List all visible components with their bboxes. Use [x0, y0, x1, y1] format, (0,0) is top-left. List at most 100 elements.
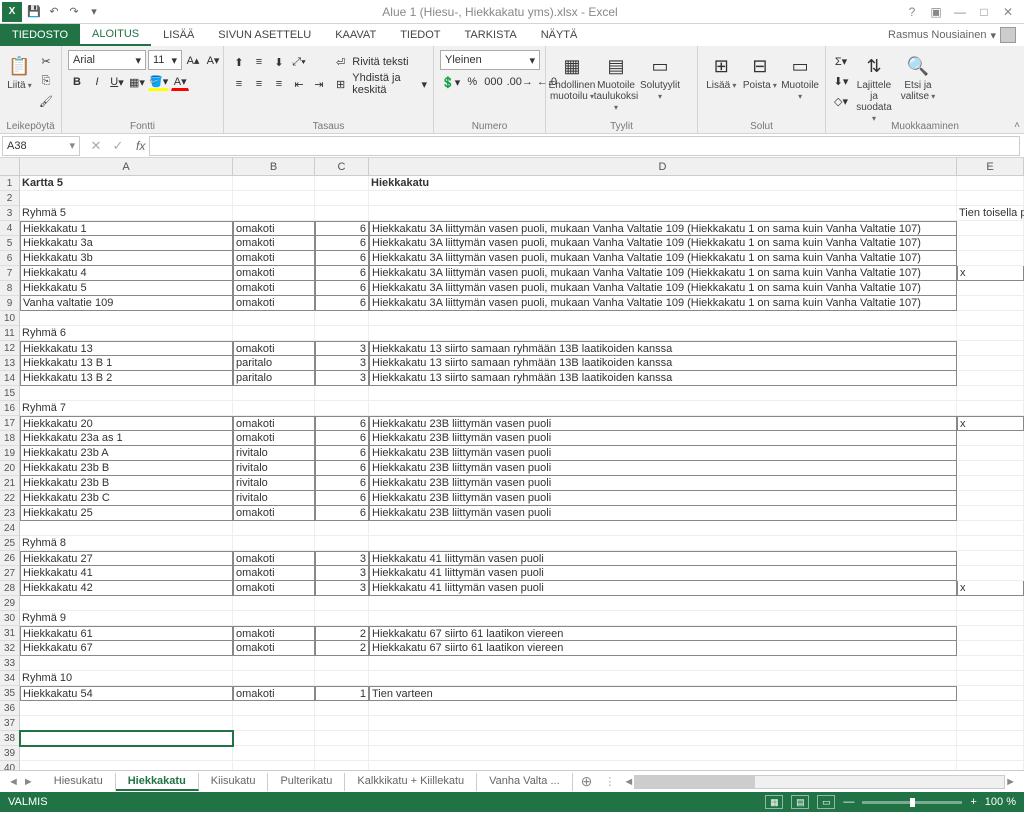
cell[interactable]: 3	[315, 371, 369, 386]
cell[interactable]	[957, 716, 1024, 731]
cell[interactable]	[20, 701, 233, 716]
cell[interactable]	[957, 596, 1024, 611]
cell[interactable]	[315, 596, 369, 611]
cell[interactable]: omakoti	[233, 506, 315, 521]
row-header[interactable]: 30	[0, 611, 20, 626]
cell[interactable]	[369, 386, 957, 401]
cell[interactable]: Hiekkakatu 61	[20, 626, 233, 641]
row-header[interactable]: 29	[0, 596, 20, 611]
cell[interactable]: omakoti	[233, 551, 315, 566]
name-box[interactable]: A38▾	[2, 136, 80, 156]
menu-view[interactable]: NÄYTÄ	[529, 24, 590, 46]
cell[interactable]	[369, 731, 957, 746]
font-color-icon[interactable]: A▾	[171, 73, 189, 91]
sheet-tab[interactable]: Vanha Valta ...	[477, 773, 573, 791]
quick-redo-icon[interactable]: ↷	[64, 2, 84, 22]
collapse-ribbon-icon[interactable]: ˄	[1014, 120, 1020, 131]
cell[interactable]: Hiekkakatu 4	[20, 266, 233, 281]
cell[interactable]: paritalo	[233, 371, 315, 386]
cell[interactable]	[233, 401, 315, 416]
cell[interactable]: omakoti	[233, 236, 315, 251]
cell[interactable]: Hiekkakatu 13 siirto samaan ryhmään 13B …	[369, 341, 957, 356]
cell[interactable]	[369, 401, 957, 416]
cell[interactable]: rivitalo	[233, 476, 315, 491]
view-normal-icon[interactable]: ▦	[765, 795, 783, 809]
merge-center-button[interactable]: ⊞ Yhdistä ja keskitä▾	[336, 74, 427, 94]
cell[interactable]: Hiekkakatu 67	[20, 641, 233, 656]
cell[interactable]: Hiekkakatu 1	[20, 221, 233, 236]
cell[interactable]	[315, 761, 369, 770]
cell[interactable]: Hiekkakatu 23b B	[20, 461, 233, 476]
cell[interactable]	[315, 386, 369, 401]
row-header[interactable]: 9	[0, 296, 20, 311]
cell[interactable]	[315, 311, 369, 326]
cell[interactable]	[20, 761, 233, 770]
cell[interactable]: Tien varteen	[369, 686, 957, 701]
row-header[interactable]: 14	[0, 371, 20, 386]
cell[interactable]	[957, 626, 1024, 641]
row-header[interactable]: 27	[0, 566, 20, 581]
cell[interactable]: x	[957, 266, 1024, 281]
cell[interactable]	[957, 611, 1024, 626]
increase-decimal-icon[interactable]: .00→	[506, 73, 534, 91]
zoom-in-button[interactable]: +	[970, 796, 976, 808]
row-header[interactable]: 35	[0, 686, 20, 701]
menu-insert[interactable]: LISÄÄ	[151, 24, 206, 46]
cell[interactable]: Hiekkakatu 23B liittymän vasen puoli	[369, 476, 957, 491]
sheet-tab[interactable]: Kiisukatu	[199, 773, 269, 791]
cell[interactable]	[369, 311, 957, 326]
cell[interactable]: Hiekkakatu 41	[20, 566, 233, 581]
format-cells-button[interactable]: ▭Muotoile	[781, 50, 819, 102]
menu-home[interactable]: ALOITUS	[80, 24, 151, 46]
cell[interactable]	[315, 521, 369, 536]
cell[interactable]: 6	[315, 461, 369, 476]
cell[interactable]: omakoti	[233, 641, 315, 656]
cell[interactable]: Hiekkakatu 23B liittymän vasen puoli	[369, 431, 957, 446]
cell[interactable]: 6	[315, 431, 369, 446]
row-header[interactable]: 32	[0, 641, 20, 656]
cell[interactable]: omakoti	[233, 281, 315, 296]
accept-formula-icon[interactable]: ✓	[108, 138, 128, 154]
cell[interactable]	[20, 521, 233, 536]
cell[interactable]	[233, 731, 315, 746]
copy-icon[interactable]: ⎘	[37, 72, 55, 90]
indent-decrease-icon[interactable]: ⇤	[290, 75, 308, 93]
cell[interactable]: omakoti	[233, 341, 315, 356]
cell[interactable]	[957, 536, 1024, 551]
insert-cells-button[interactable]: ⊞Lisää	[704, 50, 739, 91]
cell[interactable]	[957, 656, 1024, 671]
row-header[interactable]: 39	[0, 746, 20, 761]
row-header[interactable]: 16	[0, 401, 20, 416]
cell[interactable]	[957, 431, 1024, 446]
number-format-combo[interactable]: Yleinen▾	[440, 50, 540, 70]
cell[interactable]	[315, 611, 369, 626]
cell[interactable]	[957, 551, 1024, 566]
cell[interactable]	[369, 746, 957, 761]
cell[interactable]: 3	[315, 341, 369, 356]
cell[interactable]	[315, 206, 369, 221]
col-header-b[interactable]: B	[233, 158, 315, 175]
cell[interactable]	[315, 326, 369, 341]
cell[interactable]	[315, 701, 369, 716]
cell[interactable]: Hiekkakatu 23b C	[20, 491, 233, 506]
align-left-icon[interactable]: ≡	[230, 75, 248, 93]
cell[interactable]: omakoti	[233, 221, 315, 236]
row-header[interactable]: 15	[0, 386, 20, 401]
row-header[interactable]: 8	[0, 281, 20, 296]
cell[interactable]	[957, 446, 1024, 461]
cell[interactable]: 2	[315, 626, 369, 641]
cell[interactable]: Hiekkakatu 25	[20, 506, 233, 521]
align-right-icon[interactable]: ≡	[270, 75, 288, 93]
format-table-button[interactable]: ▤Muotoile taulukoksi	[596, 50, 636, 113]
menu-pagelayout[interactable]: SIVUN ASETTELU	[206, 24, 323, 46]
cell[interactable]: omakoti	[233, 431, 315, 446]
cell[interactable]: Hiekkakatu 67 siirto 61 laatikon viereen	[369, 626, 957, 641]
row-header[interactable]: 18	[0, 431, 20, 446]
cell[interactable]	[233, 176, 315, 191]
cell[interactable]: Hiekkakatu 13 B 1	[20, 356, 233, 371]
cell[interactable]: Hiekkakatu 5	[20, 281, 233, 296]
comma-icon[interactable]: 000	[483, 73, 503, 91]
sort-filter-button[interactable]: ⇅Lajittele ja suodata	[854, 50, 894, 124]
col-header-a[interactable]: A	[20, 158, 233, 175]
cell[interactable]	[233, 596, 315, 611]
